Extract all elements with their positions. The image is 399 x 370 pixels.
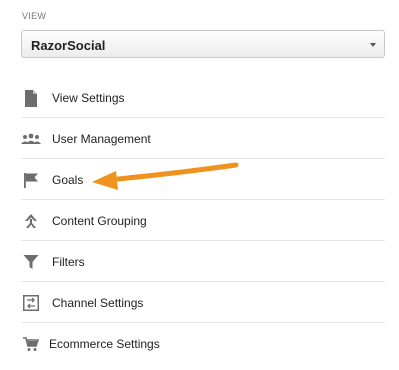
menu-item-filters[interactable]: Filters [21, 241, 385, 282]
users-icon [21, 130, 41, 148]
view-select[interactable]: RazorSocial [21, 30, 385, 58]
document-icon [21, 89, 41, 107]
view-select-value: RazorSocial [31, 38, 106, 53]
menu-item-label: Channel Settings [52, 296, 144, 310]
menu-item-content-grouping[interactable]: Content Grouping [21, 200, 385, 241]
flag-icon [21, 171, 41, 189]
menu-item-label: Content Grouping [52, 214, 147, 228]
view-label: VIEW [22, 11, 47, 21]
menu-item-goals[interactable]: Goals [21, 159, 385, 200]
menu-item-label: View Settings [52, 91, 125, 105]
menu-item-ecommerce-settings[interactable]: Ecommerce Settings [21, 323, 385, 364]
content-grouping-icon [21, 212, 41, 230]
menu-item-label: Goals [52, 173, 84, 187]
filter-icon [21, 253, 41, 271]
menu-item-label: User Management [52, 132, 151, 146]
chevron-down-icon [370, 43, 376, 47]
channel-icon [21, 294, 41, 312]
cart-icon [21, 335, 41, 353]
menu-item-view-settings[interactable]: View Settings [21, 77, 385, 118]
menu-item-channel-settings[interactable]: Channel Settings [21, 282, 385, 323]
view-settings-menu: View Settings User Management Goals Cont… [21, 77, 385, 364]
menu-item-user-management[interactable]: User Management [21, 118, 385, 159]
menu-item-label: Ecommerce Settings [49, 337, 160, 351]
menu-item-label: Filters [52, 255, 85, 269]
